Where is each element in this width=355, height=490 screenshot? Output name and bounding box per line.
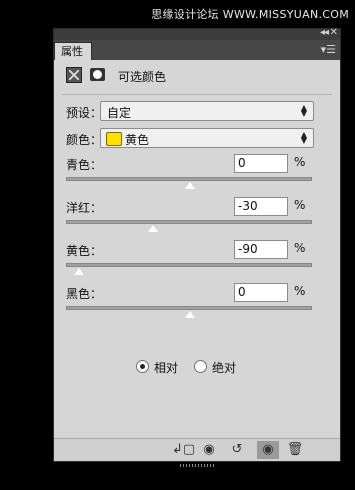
slider-label: 青色： [66, 158, 103, 172]
clip-to-layer-icon[interactable]: ↲▢ [172, 441, 195, 459]
panel-tabbar: 属性 ▾☰ [54, 40, 340, 60]
color-swatch [106, 132, 122, 146]
layer-mask-icon[interactable] [90, 68, 105, 81]
resize-grip[interactable] [180, 464, 214, 467]
watermark-text: 思缘设计论坛 WWW.MISSYUAN.COM [151, 8, 349, 21]
preset-value: 自定 [107, 106, 132, 120]
slider-thumb[interactable] [147, 224, 159, 233]
slider-label: 洋红： [66, 201, 103, 215]
percent-unit: % [294, 284, 306, 298]
slider-thumb[interactable] [184, 181, 196, 190]
slider-label: 黄色： [66, 244, 103, 258]
toggle-visibility-icon[interactable]: ◉ [257, 441, 279, 459]
select-arrows-icon: ▲ ▼ [300, 103, 307, 118]
select-arrows-icon: ▲ ▼ [300, 130, 307, 145]
slider-label: 黑色： [66, 287, 103, 301]
reset-icon[interactable]: ↺ [226, 441, 248, 459]
percent-unit: % [294, 198, 306, 212]
slider-value-input[interactable]: 0 [234, 283, 288, 302]
slider-value-input[interactable]: -90 [234, 240, 288, 259]
preset-label: 预设： [66, 106, 103, 120]
slider-value-input[interactable]: 0 [234, 154, 288, 173]
slider-thumb[interactable] [73, 267, 85, 276]
adjustment-title: 可选颜色 [118, 70, 167, 84]
adjustment-layer-icon[interactable] [66, 67, 82, 83]
slider-track[interactable] [66, 220, 312, 233]
close-panel-icon[interactable]: ✕ [330, 27, 338, 38]
absolute-radio[interactable] [194, 360, 207, 373]
slider-track[interactable] [66, 263, 312, 276]
properties-panel: ◂◂ ✕ 属性 ▾☰ 可选颜色 预设： 自定 ▲ ▼ 颜色： 黄色 ▲ ▼ 青色： 0… [53, 27, 341, 467]
panel-menu-icon[interactable]: ▾☰ [321, 43, 336, 56]
slider-track[interactable] [66, 177, 312, 190]
colors-value: 黄色 [125, 133, 150, 147]
relative-label[interactable]: 相对 [154, 359, 178, 376]
relative-radio[interactable] [136, 360, 149, 373]
panel-title-strip: ◂◂ ✕ [54, 27, 340, 40]
percent-unit: % [294, 241, 306, 255]
colors-select[interactable]: 黄色 ▲ ▼ [100, 128, 314, 148]
slider-thumb[interactable] [184, 310, 196, 319]
tab-properties[interactable]: 属性 [54, 42, 92, 60]
adjustment-header: 可选颜色 [66, 64, 340, 88]
percent-unit: % [294, 155, 306, 169]
collapse-panel-icon[interactable]: ◂◂ [320, 27, 329, 38]
slider-track[interactable] [66, 306, 312, 319]
colors-label: 颜色： [66, 133, 103, 147]
header-divider [62, 94, 332, 95]
preset-select[interactable]: 自定 ▲ ▼ [100, 101, 314, 121]
slider-value-input[interactable]: -30 [234, 197, 288, 216]
delete-icon[interactable]: 🗑 [284, 441, 306, 459]
absolute-label[interactable]: 绝对 [212, 359, 236, 376]
view-previous-state-icon[interactable]: ◉ [198, 441, 220, 459]
panel-content: 可选颜色 预设： 自定 ▲ ▼ 颜色： 黄色 ▲ ▼ 青色： 0% 洋红： -30% 黄色：… [54, 60, 340, 467]
panel-toolbar: ↲▢ ◉ ↺ ◉ 🗑 [54, 438, 340, 467]
